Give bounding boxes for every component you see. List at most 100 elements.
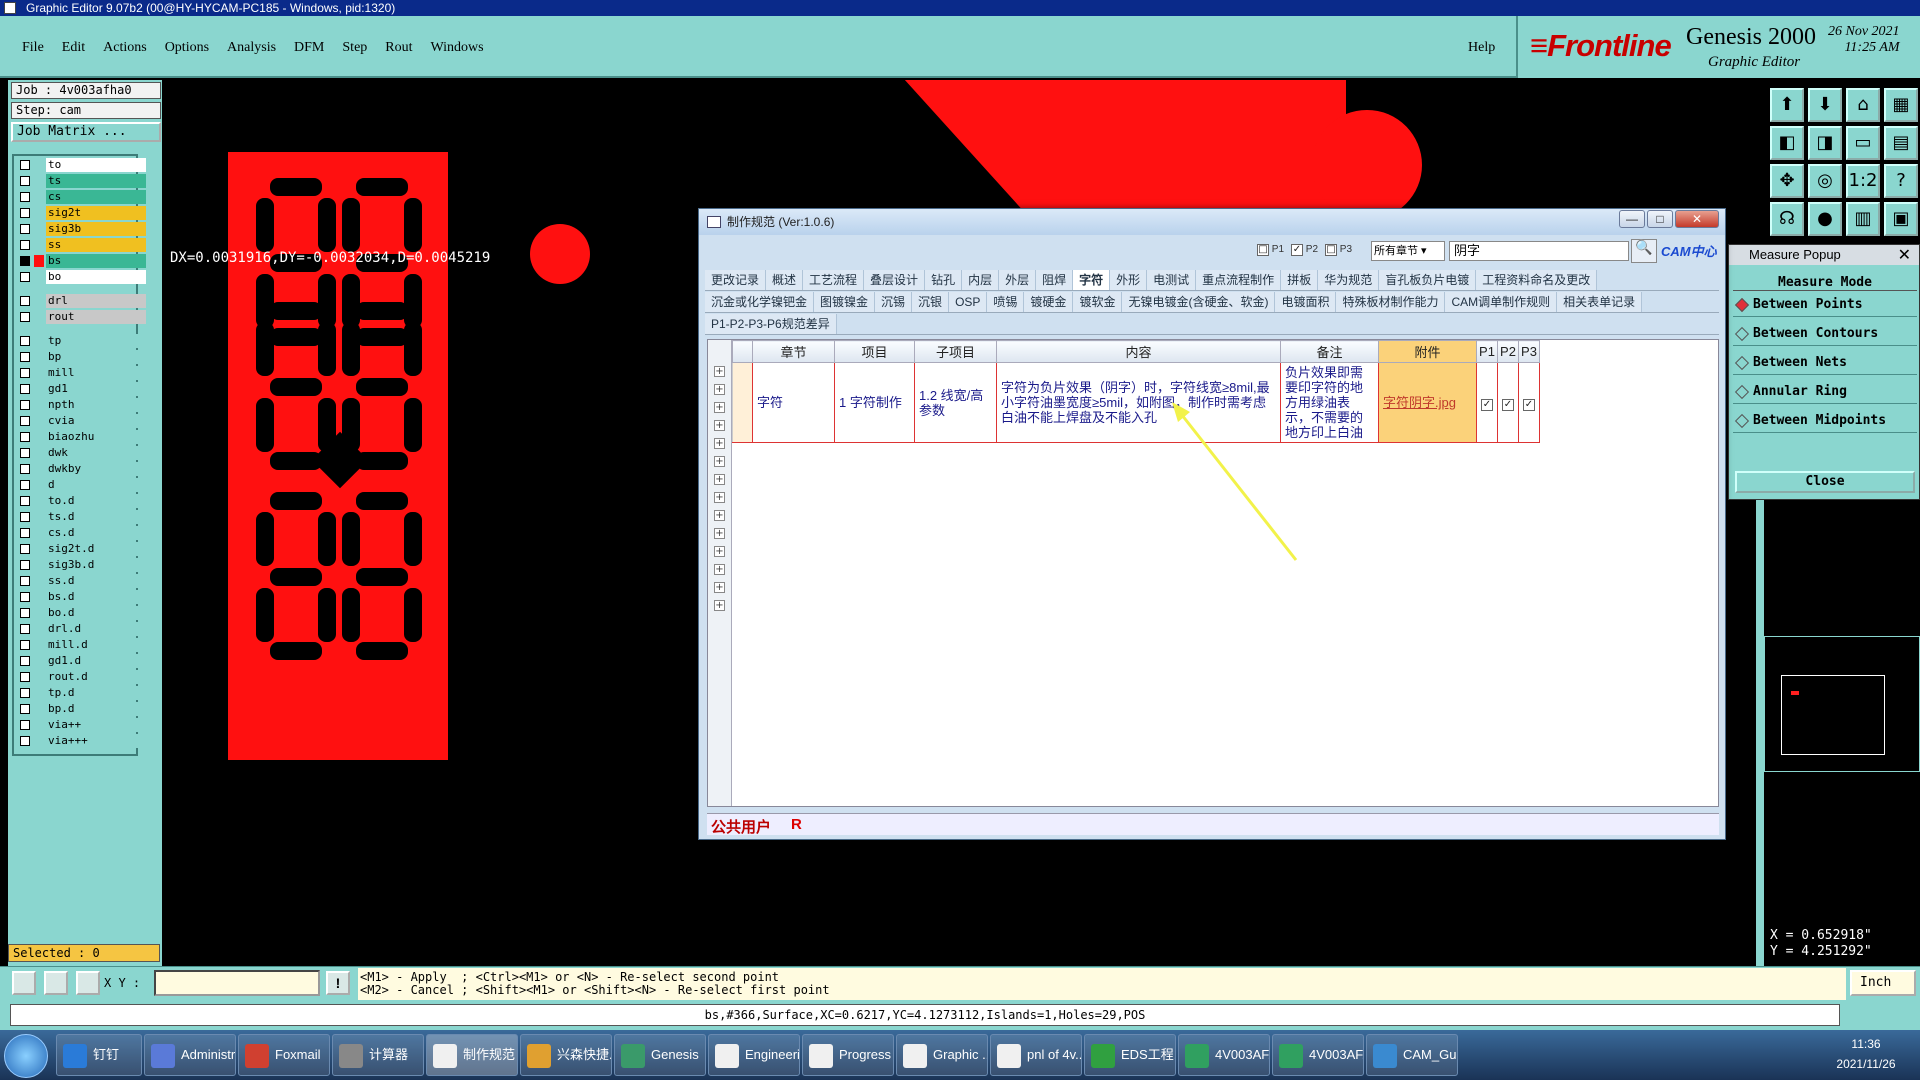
tab-1-9[interactable]: 电镀面积 bbox=[1275, 292, 1337, 312]
expand-icon[interactable]: + bbox=[714, 564, 725, 575]
layer-checkbox[interactable] bbox=[20, 560, 30, 570]
expand-icon[interactable]: + bbox=[714, 384, 725, 395]
expand-icon[interactable]: + bbox=[714, 474, 725, 485]
layer-row-via++[interactable]: via++ bbox=[16, 718, 146, 732]
tab-1-11[interactable]: CAM调单制作规则 bbox=[1445, 292, 1558, 312]
layer-checkbox[interactable] bbox=[20, 176, 30, 186]
layer-checkbox[interactable] bbox=[20, 464, 30, 474]
expand-icon[interactable]: + bbox=[714, 402, 725, 413]
measure-close-button[interactable]: Close bbox=[1735, 471, 1915, 493]
snap-button[interactable] bbox=[12, 971, 36, 995]
taskbar-item-15[interactable]: CAM_Gui... bbox=[1366, 1034, 1458, 1076]
tool-button-16[interactable]: ▣ bbox=[1884, 202, 1918, 236]
layer-row-d[interactable]: d bbox=[16, 478, 146, 492]
chapter-select[interactable]: 所有章节 ▾ bbox=[1371, 241, 1445, 261]
mini-map[interactable] bbox=[1764, 636, 1920, 772]
layer-checkbox[interactable] bbox=[20, 480, 30, 490]
layer-row-tp[interactable]: tp bbox=[16, 334, 146, 348]
tool-button-6[interactable]: ◨ bbox=[1808, 126, 1842, 160]
layer-checkbox[interactable] bbox=[20, 312, 30, 322]
taskbar-item-9[interactable]: Progress bbox=[802, 1034, 894, 1076]
tool-button-9[interactable]: ✥ bbox=[1770, 164, 1804, 198]
minimize-button[interactable]: — bbox=[1619, 210, 1645, 228]
layer-row-bs.d[interactable]: bs.d bbox=[16, 590, 146, 604]
menu-analysis[interactable]: Analysis bbox=[227, 40, 276, 55]
layer-row-cs.d[interactable]: cs.d bbox=[16, 526, 146, 540]
layer-row-ts[interactable]: ts bbox=[16, 174, 146, 188]
layer-row-cs[interactable]: cs bbox=[16, 190, 146, 204]
taskbar-item-13[interactable]: 4V003AF... bbox=[1178, 1034, 1270, 1076]
measure-option-between-points[interactable]: Between Points bbox=[1733, 293, 1917, 317]
taskbar-item-7[interactable]: Genesis bbox=[614, 1034, 706, 1076]
menu-help[interactable]: Help bbox=[1468, 40, 1495, 56]
tool-button-15[interactable]: ▥ bbox=[1846, 202, 1880, 236]
tab-1-7[interactable]: 镀软金 bbox=[1073, 292, 1123, 312]
xy-input[interactable] bbox=[154, 970, 320, 996]
expand-icon[interactable]: + bbox=[714, 492, 725, 503]
column-header-4[interactable]: 内容 bbox=[996, 340, 1281, 363]
layer-checkbox[interactable] bbox=[20, 704, 30, 714]
tab-1-4[interactable]: OSP bbox=[949, 292, 988, 312]
measure-option-annular-ring[interactable]: Annular Ring bbox=[1733, 380, 1917, 404]
layer-row-ts.d[interactable]: ts.d bbox=[16, 510, 146, 524]
menu-options[interactable]: Options bbox=[165, 40, 209, 55]
tool-button-1[interactable]: ⬆ bbox=[1770, 88, 1804, 122]
tab-0-4[interactable]: 钻孔 bbox=[925, 270, 963, 290]
layer-row-bp[interactable]: bp bbox=[16, 350, 146, 364]
tab-0-11[interactable]: 重点流程制作 bbox=[1196, 270, 1282, 290]
measure-option-between-nets[interactable]: Between Nets bbox=[1733, 351, 1917, 375]
layer-checkbox[interactable] bbox=[20, 384, 30, 394]
layer-checkbox[interactable] bbox=[20, 432, 30, 442]
tab-0-6[interactable]: 外层 bbox=[999, 270, 1037, 290]
layer-checkbox[interactable] bbox=[20, 448, 30, 458]
expand-icon[interactable]: + bbox=[714, 510, 725, 521]
tab-0-14[interactable]: 盲孔板负片电镀 bbox=[1379, 270, 1477, 290]
layer-row-to.d[interactable]: to.d bbox=[16, 494, 146, 508]
layer-row-bo.d[interactable]: bo.d bbox=[16, 606, 146, 620]
tool-button-4[interactable]: ▦ bbox=[1884, 88, 1918, 122]
tab-0-3[interactable]: 叠层设计 bbox=[864, 270, 926, 290]
tool-button-12[interactable]: ? bbox=[1884, 164, 1918, 198]
taskbar-item-12[interactable]: EDS工程... bbox=[1084, 1034, 1176, 1076]
tab-1-8[interactable]: 无镍电镀金(含硬金、软金) bbox=[1122, 292, 1276, 312]
check-p3[interactable]: □ P3 bbox=[1325, 244, 1352, 256]
taskbar-item-8[interactable]: Engineeri... bbox=[708, 1034, 800, 1076]
layer-checkbox[interactable] bbox=[20, 160, 30, 170]
layer-row-ss[interactable]: ss bbox=[16, 238, 146, 252]
layer-row-tp.d[interactable]: tp.d bbox=[16, 686, 146, 700]
layer-checkbox[interactable] bbox=[20, 624, 30, 634]
taskbar-item-5[interactable]: 制作规范 ... bbox=[426, 1034, 518, 1076]
layer-checkbox[interactable] bbox=[20, 272, 30, 282]
tab-0-12[interactable]: 拼板 bbox=[1281, 270, 1319, 290]
layer-row-drl[interactable]: drl bbox=[16, 294, 146, 308]
menu-actions[interactable]: Actions bbox=[103, 40, 147, 55]
column-header-3[interactable]: 子项目 bbox=[914, 340, 997, 363]
layer-checkbox[interactable] bbox=[20, 296, 30, 306]
layer-checkbox[interactable] bbox=[20, 224, 30, 234]
check-p1[interactable]: □ P1 bbox=[1257, 244, 1284, 256]
refresh-r[interactable]: R bbox=[791, 816, 802, 833]
expand-icon[interactable]: + bbox=[714, 600, 725, 611]
checkbox-p2[interactable]: ✓ bbox=[1502, 398, 1514, 411]
tool-button-10[interactable]: ◎ bbox=[1808, 164, 1842, 198]
tool-button-11[interactable]: 1:2 bbox=[1846, 164, 1880, 198]
expand-icon[interactable]: + bbox=[714, 366, 725, 377]
layer-row-sig2t.d[interactable]: sig2t.d bbox=[16, 542, 146, 556]
maximize-button[interactable]: □ bbox=[1647, 210, 1673, 228]
layer-checkbox[interactable] bbox=[20, 640, 30, 650]
attachment-link[interactable]: 字符阴字.jpg bbox=[1383, 395, 1456, 410]
close-button[interactable]: ✕ bbox=[1675, 210, 1719, 228]
taskbar-item-4[interactable]: 计算器 bbox=[332, 1034, 424, 1076]
layer-row-rout[interactable]: rout bbox=[16, 310, 146, 324]
expand-icon[interactable]: + bbox=[714, 528, 725, 539]
layer-row-mill[interactable]: mill bbox=[16, 366, 146, 380]
layer-checkbox[interactable] bbox=[20, 368, 30, 378]
layer-row-sig3b[interactable]: sig3b bbox=[16, 222, 146, 236]
tab-0-15[interactable]: 工程资料命名及更改 bbox=[1476, 270, 1598, 290]
layer-row-bo[interactable]: bo bbox=[16, 270, 146, 284]
measure-tool-button[interactable] bbox=[44, 971, 68, 995]
tool-button-2[interactable]: ⬇ bbox=[1808, 88, 1842, 122]
layer-row-sig2t[interactable]: sig2t bbox=[16, 206, 146, 220]
column-header-5[interactable]: 备注 bbox=[1280, 340, 1379, 363]
tool-button-3[interactable]: ⌂ bbox=[1846, 88, 1880, 122]
